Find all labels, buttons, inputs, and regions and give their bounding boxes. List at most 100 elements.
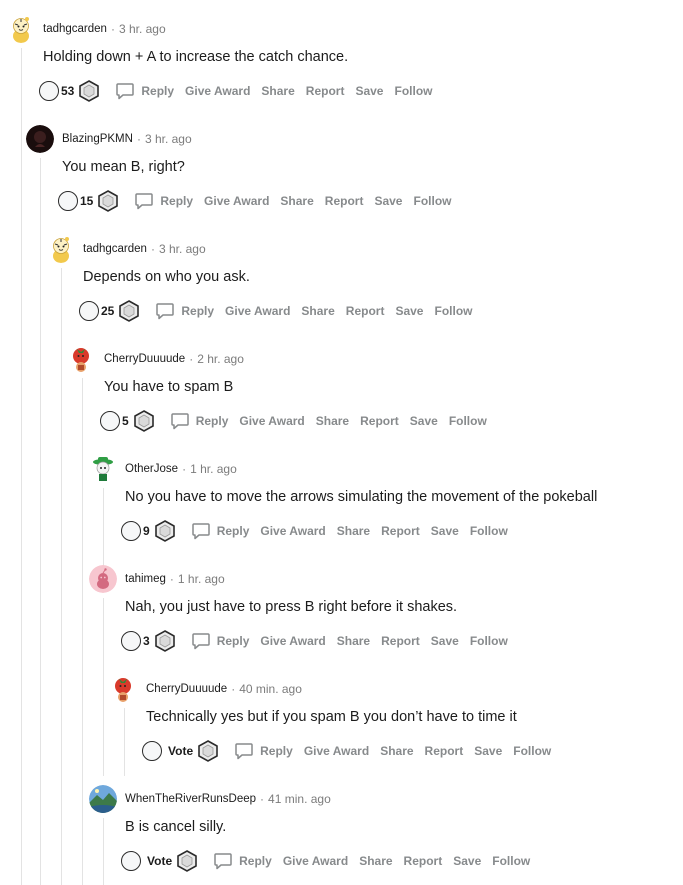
share-button[interactable]: Share [301,304,334,318]
share-button[interactable]: Share [337,524,370,538]
report-button[interactable]: Report [325,194,364,208]
reply-icon[interactable] [155,301,175,321]
user-avatar[interactable] [110,675,138,703]
timestamp[interactable]: 3 hr. ago [145,132,192,146]
save-button[interactable]: Save [355,84,383,98]
follow-button[interactable]: Follow [513,744,551,758]
follow-button[interactable]: Follow [413,194,451,208]
award-icon[interactable] [153,519,177,543]
save-button[interactable]: Save [374,194,402,208]
save-button[interactable]: Save [395,304,423,318]
upvote-icon[interactable] [121,851,141,871]
reply-button[interactable]: Reply [217,524,250,538]
give-award-button[interactable]: Give Award [283,854,348,868]
save-button[interactable]: Save [453,854,481,868]
reply-icon[interactable] [191,521,211,541]
report-button[interactable]: Report [404,854,443,868]
user-avatar[interactable] [89,785,117,813]
save-button[interactable]: Save [431,524,459,538]
user-avatar[interactable] [68,345,96,373]
give-award-button[interactable]: Give Award [204,194,269,208]
report-button[interactable]: Report [360,414,399,428]
follow-button[interactable]: Follow [434,304,472,318]
thread-line[interactable] [103,598,104,776]
username[interactable]: WhenTheRiverRunsDeep [125,793,256,805]
follow-button[interactable]: Follow [492,854,530,868]
award-icon[interactable] [153,629,177,653]
upvote-icon[interactable] [100,411,120,431]
award-icon[interactable] [77,79,101,103]
username[interactable]: BlazingPKMN [62,133,133,145]
save-button[interactable]: Save [474,744,502,758]
report-button[interactable]: Report [381,524,420,538]
report-button[interactable]: Report [381,634,420,648]
reply-icon[interactable] [234,741,254,761]
award-icon[interactable] [175,849,199,873]
username[interactable]: OtherJose [125,463,178,475]
timestamp[interactable]: 40 min. ago [239,682,302,696]
username[interactable]: tadhgcarden [83,243,147,255]
timestamp[interactable]: 1 hr. ago [178,572,225,586]
username[interactable]: tahimeg [125,573,166,585]
timestamp[interactable]: 2 hr. ago [197,352,244,366]
user-avatar[interactable] [89,455,117,483]
reply-button[interactable]: Reply [196,414,229,428]
reply-button[interactable]: Reply [160,194,193,208]
report-button[interactable]: Report [425,744,464,758]
timestamp[interactable]: 41 min. ago [268,792,331,806]
thread-line[interactable] [103,488,104,566]
thread-line[interactable] [21,48,22,885]
follow-button[interactable]: Follow [470,634,508,648]
give-award-button[interactable]: Give Award [260,634,325,648]
upvote-icon[interactable] [58,191,78,211]
upvote-icon[interactable] [121,631,141,651]
share-button[interactable]: Share [359,854,392,868]
award-icon[interactable] [132,409,156,433]
reply-button[interactable]: Reply [141,84,174,98]
award-icon[interactable] [196,739,220,763]
upvote-icon[interactable] [39,81,59,101]
reply-icon[interactable] [191,631,211,651]
username[interactable]: tadhgcarden [43,23,107,35]
timestamp[interactable]: 3 hr. ago [119,22,166,36]
give-award-button[interactable]: Give Award [225,304,290,318]
give-award-button[interactable]: Give Award [239,414,304,428]
timestamp[interactable]: 3 hr. ago [159,242,206,256]
follow-button[interactable]: Follow [394,84,432,98]
share-button[interactable]: Share [380,744,413,758]
reply-button[interactable]: Reply [260,744,293,758]
username[interactable]: CherryDuuuude [104,353,185,365]
follow-button[interactable]: Follow [449,414,487,428]
user-avatar[interactable] [89,565,117,593]
user-avatar[interactable] [26,125,54,153]
give-award-button[interactable]: Give Award [185,84,250,98]
reply-icon[interactable] [213,851,233,871]
reply-icon[interactable] [170,411,190,431]
award-icon[interactable] [96,189,120,213]
follow-button[interactable]: Follow [470,524,508,538]
thread-line[interactable] [40,158,41,885]
reply-button[interactable]: Reply [239,854,272,868]
thread-line[interactable] [124,708,125,776]
save-button[interactable]: Save [410,414,438,428]
award-icon[interactable] [117,299,141,323]
upvote-icon[interactable] [121,521,141,541]
share-button[interactable]: Share [280,194,313,208]
share-button[interactable]: Share [261,84,294,98]
reply-button[interactable]: Reply [181,304,214,318]
report-button[interactable]: Report [306,84,345,98]
username[interactable]: CherryDuuuude [146,683,227,695]
upvote-icon[interactable] [79,301,99,321]
upvote-icon[interactable] [142,741,162,761]
user-avatar[interactable] [7,15,35,43]
user-avatar[interactable] [47,235,75,263]
save-button[interactable]: Save [431,634,459,648]
reply-icon[interactable] [115,81,135,101]
thread-line[interactable] [61,268,62,885]
reply-button[interactable]: Reply [217,634,250,648]
timestamp[interactable]: 1 hr. ago [190,462,237,476]
thread-line[interactable] [82,378,83,885]
report-button[interactable]: Report [346,304,385,318]
share-button[interactable]: Share [316,414,349,428]
give-award-button[interactable]: Give Award [304,744,369,758]
